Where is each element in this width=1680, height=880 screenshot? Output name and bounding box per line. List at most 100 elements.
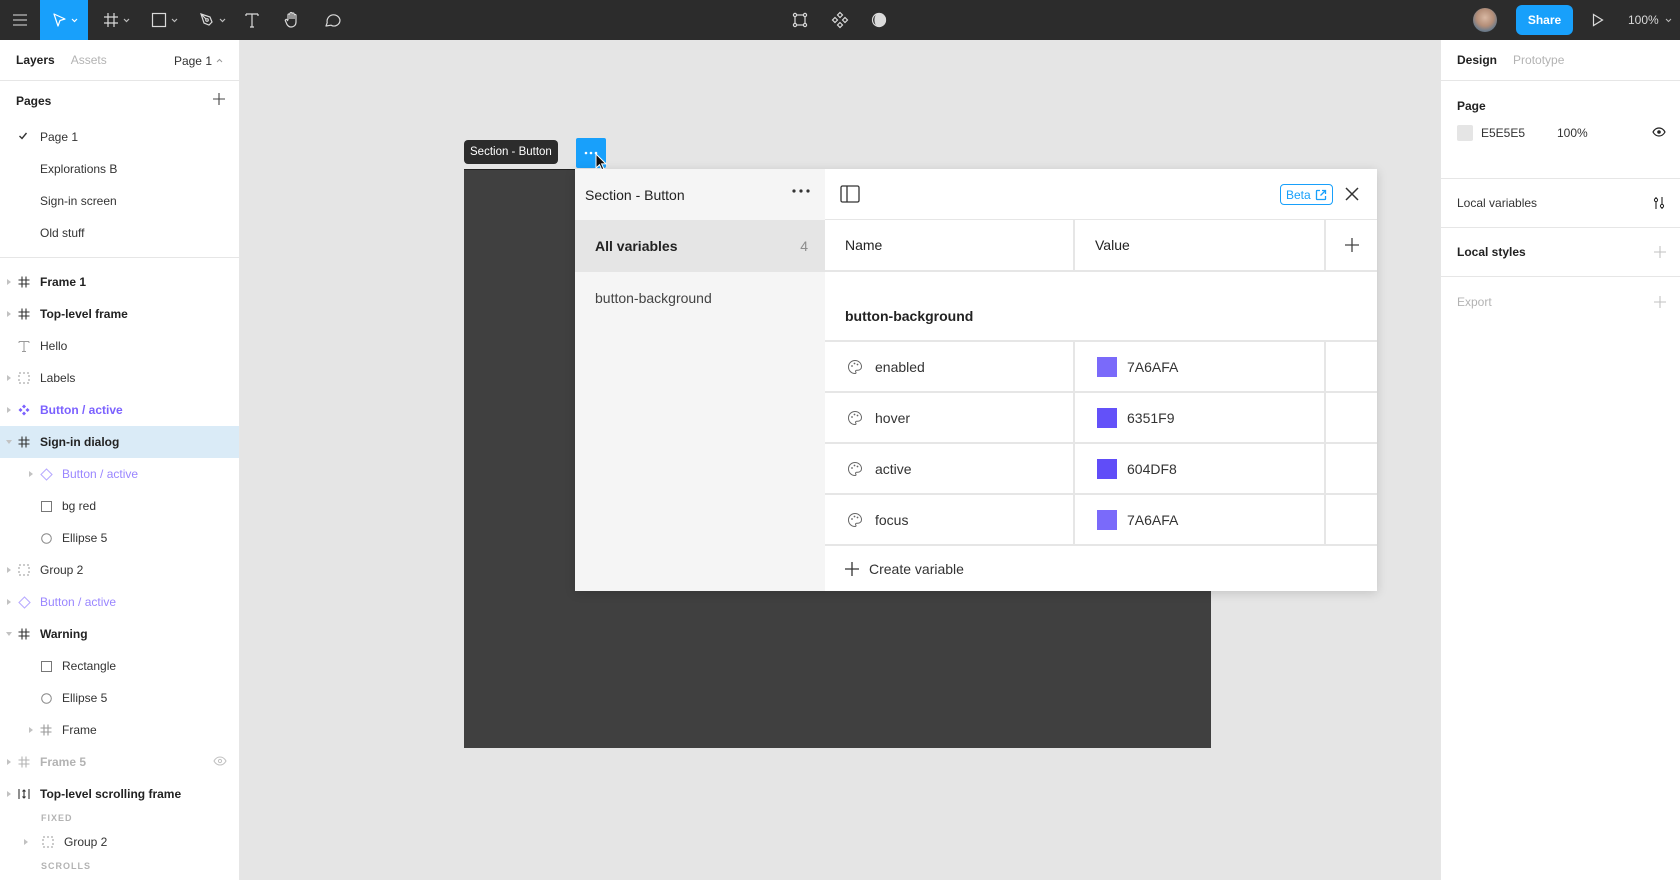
layer-row[interactable]: Sign-in dialog <box>0 426 239 458</box>
chevron-down-icon <box>171 18 178 23</box>
text-tool-button[interactable] <box>240 0 264 40</box>
share-button[interactable]: Share <box>1516 5 1573 35</box>
page-item[interactable]: Page 1 <box>0 121 239 153</box>
collection-name[interactable]: Section - Button <box>585 187 685 203</box>
page-color-swatch[interactable] <box>1457 125 1473 141</box>
beta-badge[interactable]: Beta <box>1280 184 1333 205</box>
page-item[interactable]: Explorations B <box>0 153 239 185</box>
caret-right-icon[interactable] <box>4 565 14 575</box>
present-button[interactable] <box>1586 0 1610 40</box>
layer-row[interactable]: Top-level scrolling frame <box>0 778 239 810</box>
group-button-background[interactable]: button-background <box>575 272 825 324</box>
layer-row[interactable]: Button / active <box>0 586 239 618</box>
caret-right-icon[interactable] <box>4 597 14 607</box>
layer-row[interactable]: Ellipse 5 <box>0 682 239 714</box>
caret-right-icon[interactable] <box>26 725 36 735</box>
create-variable-button[interactable]: Create variable <box>825 546 1377 591</box>
tab-prototype[interactable]: Prototype <box>1513 53 1564 67</box>
variable-value-cell[interactable]: 6351F9 <box>1075 393 1326 442</box>
layer-row[interactable]: Frame <box>0 714 239 746</box>
layer-row[interactable]: Button / active <box>0 458 239 490</box>
eye-icon[interactable] <box>1652 127 1666 137</box>
move-tool-button[interactable] <box>40 0 88 40</box>
variable-row[interactable]: enabled 7A6AFA <box>825 342 1377 393</box>
page-color-hex[interactable]: E5E5E5 <box>1481 126 1525 140</box>
close-modal-button[interactable] <box>1343 185 1361 203</box>
color-swatch[interactable] <box>1097 407 1117 428</box>
tab-design[interactable]: Design <box>1457 53 1497 67</box>
frame-tool-button[interactable] <box>96 0 136 40</box>
tab-assets[interactable]: Assets <box>71 53 107 67</box>
layer-row[interactable]: Ellipse 5 <box>0 522 239 554</box>
layer-row[interactable]: Group 2 <box>0 826 239 858</box>
variable-row[interactable]: focus 7A6AFA <box>825 495 1377 546</box>
local-variables-row[interactable]: Local variables <box>1441 179 1680 228</box>
chevron-down-icon <box>71 18 78 23</box>
user-avatar[interactable] <box>1473 8 1497 32</box>
layer-row[interactable]: Group 2 <box>0 554 239 586</box>
caret-down-icon[interactable] <box>4 629 14 639</box>
group-label: button-background <box>595 290 712 306</box>
layer-name: Group 2 <box>40 563 84 577</box>
caret-right-icon[interactable] <box>4 309 14 319</box>
caret-right-icon[interactable] <box>4 789 14 799</box>
comment-tool-button[interactable] <box>320 0 344 40</box>
main-menu-button[interactable] <box>0 0 40 40</box>
variable-name-cell[interactable]: enabled <box>825 342 1075 391</box>
layer-row[interactable]: Labels <box>0 362 239 394</box>
caret-right-icon[interactable] <box>4 757 14 767</box>
caret-right-icon[interactable] <box>26 469 36 479</box>
sidebar-toggle-button[interactable] <box>840 185 860 203</box>
export-row: Export <box>1441 277 1680 326</box>
color-swatch[interactable] <box>1097 509 1117 530</box>
zoom-value: 100% <box>1628 13 1659 27</box>
caret-right-icon[interactable] <box>4 373 14 383</box>
page-color-opacity[interactable]: 100% <box>1557 126 1588 140</box>
layer-row[interactable]: bg red <box>0 490 239 522</box>
tab-layers[interactable]: Layers <box>16 53 55 67</box>
caret-right-icon[interactable] <box>4 277 14 287</box>
add-mode-button[interactable] <box>1326 220 1377 270</box>
variable-row[interactable]: hover 6351F9 <box>825 393 1377 444</box>
page-item[interactable]: Old stuff <box>0 217 239 249</box>
caret-down-icon[interactable] <box>4 437 14 447</box>
layer-row[interactable]: Hello <box>0 330 239 362</box>
variable-value-cell[interactable]: 7A6AFA <box>1075 342 1326 391</box>
variable-value-cell[interactable]: 604DF8 <box>1075 444 1326 493</box>
hand-tool-button[interactable] <box>280 0 304 40</box>
pen-tool-button[interactable] <box>192 0 232 40</box>
pages-list: Page 1 Explorations B Sign-in screen Old… <box>0 121 239 249</box>
mask-button[interactable] <box>788 0 812 40</box>
canvas[interactable]: Section - Button Section - Button All va… <box>240 40 1440 880</box>
caret-right-icon[interactable] <box>21 837 31 847</box>
contrast-button[interactable] <box>867 0 891 40</box>
page-switcher[interactable]: Page 1 <box>174 40 223 81</box>
group-all-variables[interactable]: All variables 4 <box>575 220 825 272</box>
create-component-button[interactable] <box>828 0 852 40</box>
add-style-button[interactable] <box>1654 246 1666 258</box>
variable-row[interactable]: active 604DF8 <box>825 444 1377 495</box>
plus-icon <box>1344 238 1359 252</box>
rectangle-tool-button[interactable] <box>144 0 184 40</box>
add-export-button[interactable] <box>1654 295 1666 308</box>
caret-right-icon[interactable] <box>4 405 14 415</box>
layer-row[interactable]: Rectangle <box>0 650 239 682</box>
zoom-dropdown[interactable]: 100% <box>1628 0 1672 40</box>
layer-row[interactable]: Top-level frame <box>0 298 239 330</box>
color-swatch[interactable] <box>1097 458 1117 479</box>
page-item[interactable]: Sign-in screen <box>0 185 239 217</box>
variable-value-cell[interactable]: 7A6AFA <box>1075 495 1326 544</box>
visibility-eye-icon[interactable] <box>213 756 227 766</box>
variable-name-cell[interactable]: focus <box>825 495 1075 544</box>
layer-row[interactable]: Warning <box>0 618 239 650</box>
section-label[interactable]: Section - Button <box>464 140 558 164</box>
variable-name-cell[interactable]: hover <box>825 393 1075 442</box>
layer-row[interactable]: Frame 1 <box>0 266 239 298</box>
add-page-button[interactable] <box>213 93 225 105</box>
layer-row[interactable]: Frame 5 <box>0 746 239 778</box>
variables-sliders-icon[interactable] <box>1652 196 1666 210</box>
variable-name-cell[interactable]: active <box>825 444 1075 493</box>
color-swatch[interactable] <box>1097 356 1117 377</box>
collection-more-button[interactable] <box>792 189 810 193</box>
layer-row[interactable]: Button / active <box>0 394 239 426</box>
